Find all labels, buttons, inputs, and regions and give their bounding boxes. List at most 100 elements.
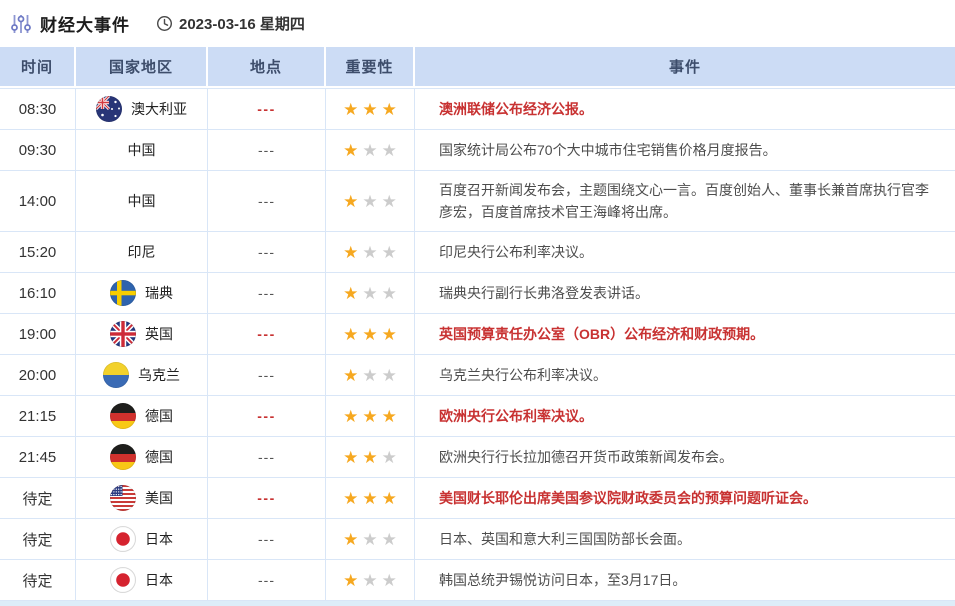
star-icon: ★ (381, 191, 397, 211)
star-icon: ★ (381, 324, 397, 344)
event-row: 待定 美国 --- ★ ★ ★ 美国财长耶伦出席美国参议院财政委员会的预算问题听证会… (0, 478, 955, 519)
event-description: 国家统计局公布70个大中城市住宅销售价格月度报告。 (439, 142, 777, 158)
country-name: 中国 (127, 193, 156, 209)
country-name: 澳大利亚 (131, 101, 187, 117)
column-header-country: 国家地区 (76, 47, 208, 86)
star-icon: ★ (343, 529, 359, 549)
event-location: --- (208, 89, 326, 129)
event-description: 欧洲央行公布利率决议。 (439, 408, 593, 424)
importance-stars: ★ ★ ★ (326, 355, 415, 395)
table-body: 08:30 澳大利亚 --- ★ ★ ★ 澳洲联储公布经济公报。 09:30 中国 … (0, 88, 955, 601)
bottom-strip (0, 601, 955, 606)
event-location: --- (208, 232, 326, 272)
event-row: 20:00 乌克兰 --- ★ ★ ★ 乌克兰央行公布利率决议。 (0, 355, 955, 396)
country-name: 德国 (145, 449, 173, 465)
event-time: 08:30 (0, 89, 76, 129)
event-location: --- (208, 273, 326, 313)
event-location: --- (208, 396, 326, 436)
event-row: 08:30 澳大利亚 --- ★ ★ ★ 澳洲联储公布经济公报。 (0, 89, 955, 130)
event-time: 15:20 (0, 232, 76, 272)
event-description: 澳洲联储公布经济公报。 (439, 101, 593, 117)
clock-icon (156, 15, 173, 32)
event-time: 19:00 (0, 314, 76, 354)
flag-sweden-icon (110, 280, 136, 306)
star-icon: ★ (362, 447, 378, 467)
event-time: 14:00 (0, 171, 76, 231)
event-time: 21:15 (0, 396, 76, 436)
event-country: 中国 (76, 171, 208, 231)
importance-stars: ★ ★ ★ (326, 130, 415, 170)
event-country: 乌克兰 (76, 355, 208, 395)
event-time: 21:45 (0, 437, 76, 477)
star-icon: ★ (343, 191, 359, 211)
star-icon: ★ (362, 283, 378, 303)
event-time: 09:30 (0, 130, 76, 170)
event-row: 15:20 印尼 --- ★ ★ ★ 印尼央行公布利率决议。 (0, 232, 955, 273)
star-icon: ★ (343, 488, 359, 508)
event-description: 英国预算责任办公室（OBR）公布经济和财政预期。 (439, 326, 765, 342)
country-name: 美国 (145, 490, 173, 506)
event-country: 日本 (76, 560, 208, 600)
event-description: 日本、英国和意大利三国国防部长会面。 (439, 531, 691, 547)
event-location: --- (208, 437, 326, 477)
star-icon: ★ (362, 324, 378, 344)
event-row: 16:10 瑞典 --- ★ ★ ★ 瑞典央行副行长弗洛登发表讲话。 (0, 273, 955, 314)
country-name: 英国 (145, 326, 173, 342)
star-icon: ★ (362, 99, 378, 119)
importance-stars: ★ ★ ★ (326, 89, 415, 129)
event-description: 百度召开新闻发布会，主题围绕文心一言。百度创始人、董事长兼首席执行官李彦宏，百度… (439, 182, 929, 220)
star-icon: ★ (381, 99, 397, 119)
star-icon: ★ (343, 406, 359, 426)
table-header-row: 时间 国家地区 地点 重要性 事件 (0, 47, 955, 88)
importance-stars: ★ ★ ★ (326, 273, 415, 313)
importance-stars: ★ ★ ★ (326, 478, 415, 518)
star-icon: ★ (362, 570, 378, 590)
star-icon: ★ (362, 406, 378, 426)
event-row: 09:30 中国 --- ★ ★ ★ 国家统计局公布70个大中城市住宅销售价格月度报… (0, 130, 955, 171)
star-icon: ★ (343, 570, 359, 590)
importance-stars: ★ ★ ★ (326, 560, 415, 600)
event-location: --- (208, 478, 326, 518)
importance-stars: ★ ★ ★ (326, 171, 415, 231)
event-location: --- (208, 519, 326, 559)
event-location: --- (208, 314, 326, 354)
flag-ukraine-icon (103, 362, 129, 388)
column-header-event: 事件 (668, 59, 701, 76)
country-name: 日本 (145, 572, 173, 588)
country-name: 瑞典 (145, 285, 173, 301)
star-icon: ★ (381, 447, 397, 467)
star-icon: ★ (381, 529, 397, 549)
event-time: 16:10 (0, 273, 76, 313)
star-icon: ★ (381, 365, 397, 385)
economic-calendar-page: 财经大事件 2023-03-16 星期四 时间 国家地区 地点 重要性 事件 0… (0, 0, 955, 606)
star-icon: ★ (362, 529, 378, 549)
importance-stars: ★ ★ ★ (326, 437, 415, 477)
event-country: 日本 (76, 519, 208, 559)
page-title: 财经大事件 (40, 16, 130, 35)
importance-stars: ★ ★ ★ (326, 314, 415, 354)
event-location: --- (208, 560, 326, 600)
star-icon: ★ (362, 488, 378, 508)
event-country: 瑞典 (76, 273, 208, 313)
event-location: --- (208, 130, 326, 170)
event-time: 待定 (0, 478, 76, 518)
star-icon: ★ (362, 191, 378, 211)
country-name: 德国 (145, 408, 173, 424)
events-table: 时间 国家地区 地点 重要性 事件 08:30 澳大利亚 --- ★ ★ ★ 澳洲联… (0, 47, 955, 601)
column-header-time: 时间 (0, 47, 76, 86)
event-row: 19:00 英国 --- ★ ★ ★ 英国预算责任办公室（OBR）公布经济和财政预期… (0, 314, 955, 355)
country-name: 乌克兰 (138, 367, 180, 383)
event-country: 澳大利亚 (76, 89, 208, 129)
flag-australia-icon (96, 96, 122, 122)
star-icon: ★ (381, 488, 397, 508)
star-icon: ★ (381, 140, 397, 160)
star-icon: ★ (343, 365, 359, 385)
event-country: 英国 (76, 314, 208, 354)
calendar-date: 2023-03-16 星期四 (179, 16, 305, 33)
event-row: 21:45 德国 --- ★ ★ ★ 欧洲央行行长拉加德召开货币政策新闻发布会。 (0, 437, 955, 478)
column-header-location: 地点 (208, 47, 326, 86)
star-icon: ★ (381, 242, 397, 262)
flag-uk-icon (110, 321, 136, 347)
flag-germany-icon (110, 444, 136, 470)
event-description: 瑞典央行副行长弗洛登发表讲话。 (439, 285, 649, 301)
